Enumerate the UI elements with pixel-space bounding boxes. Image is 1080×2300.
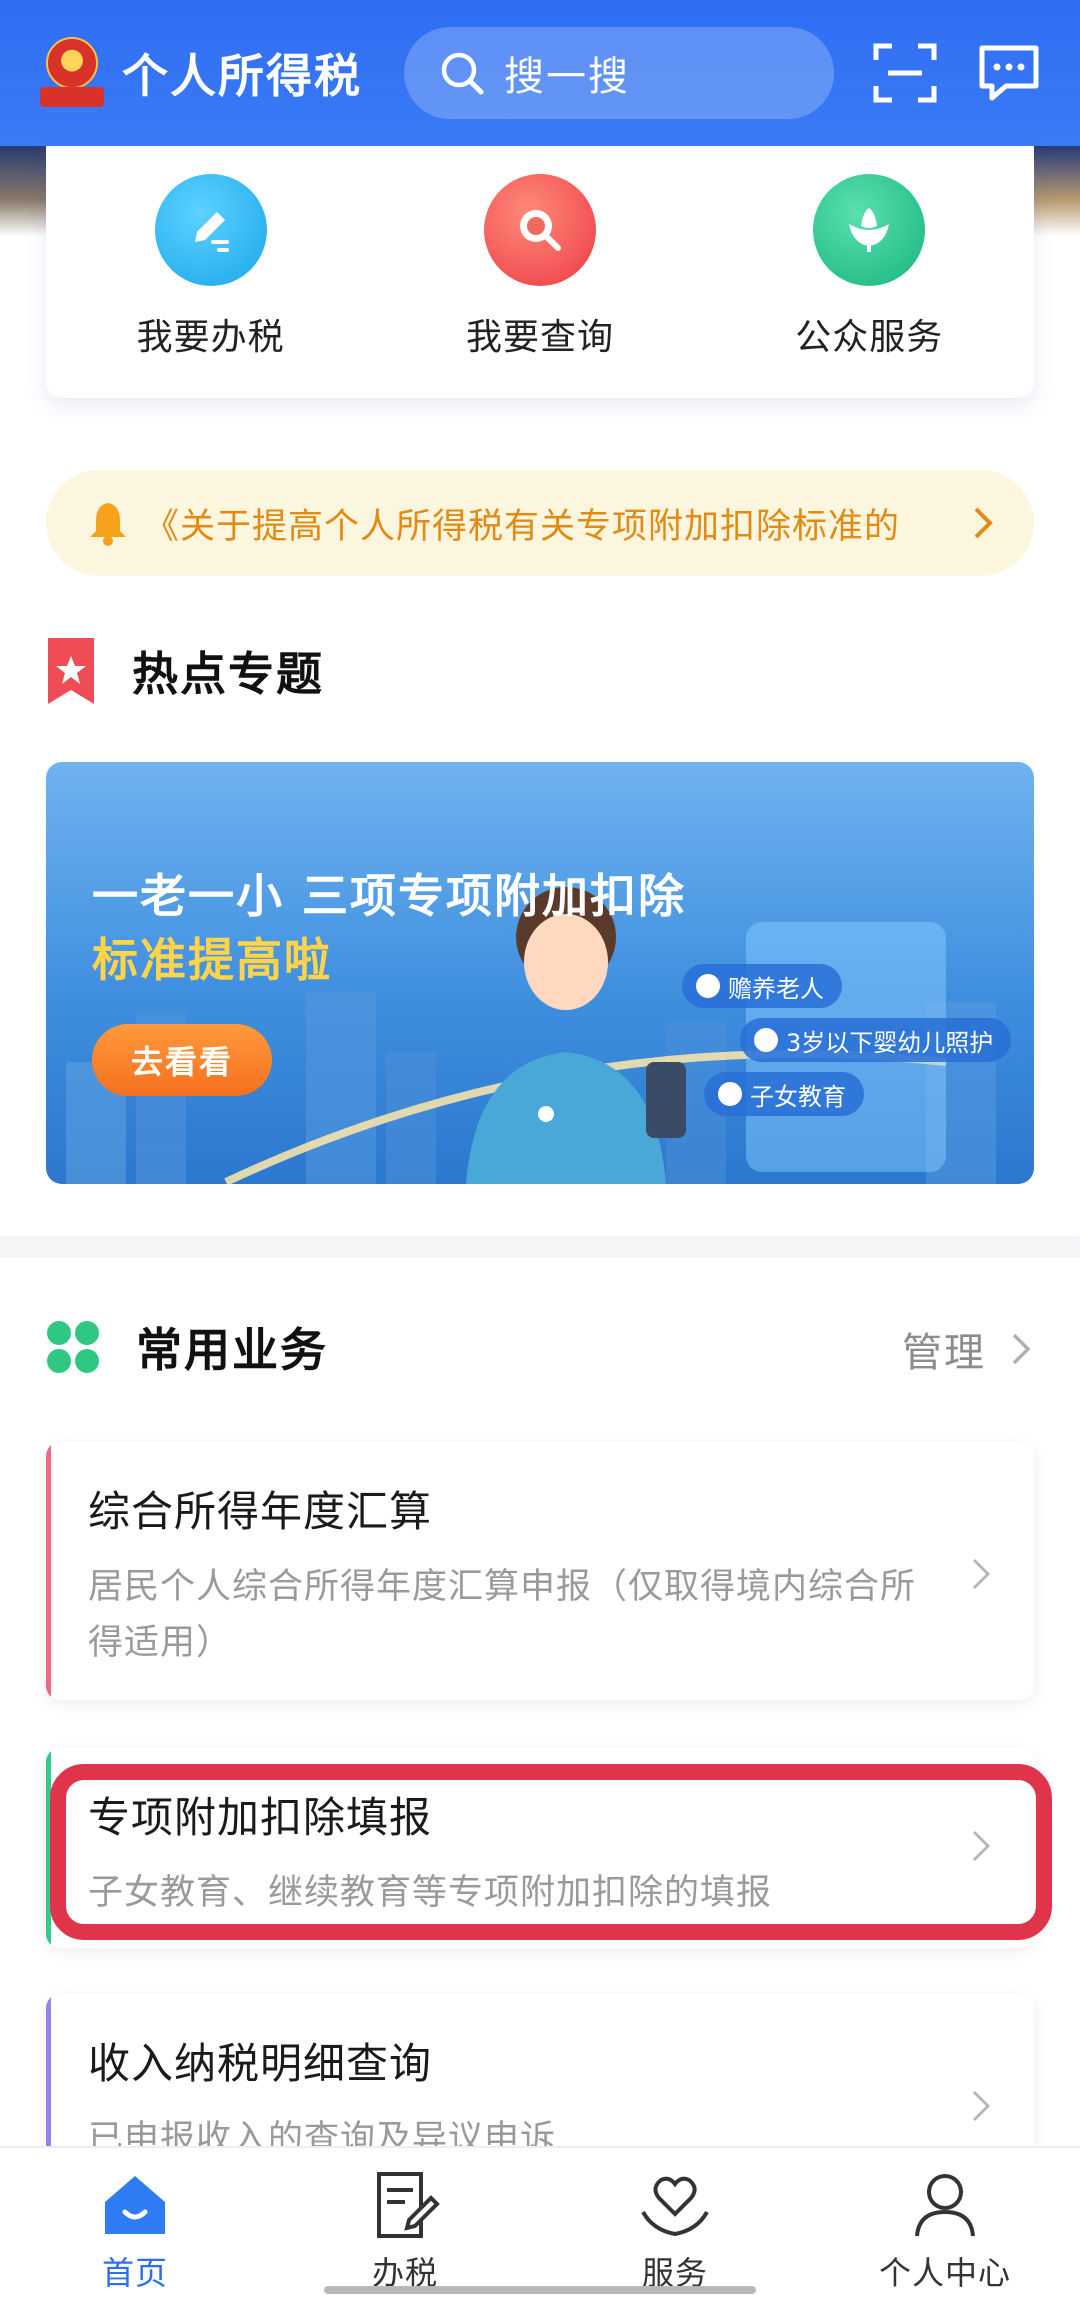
banner-cta-button[interactable]: 去看看 [92,1024,272,1096]
baby-icon [754,1028,778,1052]
manage-button[interactable]: 管理 [902,1320,1034,1378]
chevron-right-icon [972,1558,991,1590]
highlight-annotation-frame [50,1764,1052,1940]
hot-topic-banner[interactable]: 一老一小 三项专项附加扣除 标准提高啦 去看看 赡养老人 3岁以下婴幼儿照护 子… [46,762,1034,1184]
chat-bubble-icon [979,45,1039,101]
lotus-icon [813,174,926,286]
business-item-title: 综合所得年度汇算 [88,1487,433,1536]
pen-edit-icon [154,174,267,286]
banner-tag-label: 子女教育 [750,1082,846,1111]
graduation-cap-icon [718,1082,742,1106]
banner-tag: 3岁以下婴幼儿照护 [740,1018,1012,1062]
search-icon [483,174,596,286]
person-icon [915,2174,975,2237]
notice-bar[interactable]: 《关于提高个人所得税有关专项附加扣除标准的 [46,470,1034,576]
quick-action-query[interactable]: 我要查询 [410,174,670,398]
bell-icon [90,503,126,546]
quick-action-label: 公众服务 [795,317,944,358]
tab-label: 首页 [101,2254,168,2292]
quick-action-tax-handling[interactable]: 我要办税 [81,174,341,398]
card-accent-bar [46,1442,51,1700]
heart-hands-icon [641,2176,709,2237]
tab-tax[interactable]: 办税 [270,2148,540,2300]
common-business-title: 常用业务 [136,1323,328,1377]
grid-clover-icon [47,1321,99,1373]
bookmark-star-icon [48,638,94,704]
national-emblem-logo [40,35,104,111]
manage-label: 管理 [902,1330,986,1376]
banner-tag: 赡养老人 [682,964,842,1008]
banner-tag-label: 赡养老人 [728,974,824,1003]
top-app-bar: 个人所得税 搜一搜 [0,0,1080,146]
tab-home[interactable]: 首页 [0,2148,270,2300]
app-title: 个人所得税 [122,49,362,103]
bottom-tab-bar: 首页 办税 服务 个人中心 [0,2146,1080,2300]
business-item-annual-settlement[interactable]: 综合所得年度汇算 居民个人综合所得年度汇算申报（仅取得境内综合所得适用） [46,1442,1034,1700]
banner-tag: 子女教育 [704,1072,864,1116]
common-business-header: 常用业务 [46,1314,328,1380]
business-item-desc: 居民个人综合所得年度汇算申报（仅取得境内综合所得适用） [88,1567,917,1663]
document-edit-icon [377,2172,440,2238]
message-button[interactable] [976,40,1042,106]
banner-subheadline: 标准提高啦 [92,933,332,987]
quick-action-label: 我要查询 [465,317,614,358]
scan-button[interactable] [872,40,938,106]
chevron-right-icon [1012,1333,1031,1365]
quick-action-label: 我要办税 [136,317,285,358]
quick-action-public-service[interactable]: 公众服务 [739,174,999,398]
search-input[interactable]: 搜一搜 [404,27,834,119]
hot-topics-title: 热点专题 [132,647,324,701]
home-indicator [324,2286,756,2294]
search-icon [441,52,484,95]
hot-topics-header: 热点专题 [46,636,324,706]
scan-icon [873,43,937,103]
home-icon [105,2176,165,2234]
tab-personal-center[interactable]: 个人中心 [810,2148,1080,2300]
quick-actions-card: 我要办税 我要查询 公众服务 [46,146,1034,398]
person-icon [696,974,720,998]
banner-headline: 一老一小 三项专项附加扣除 [92,869,687,923]
business-item-title: 收入纳税明细查询 [88,2039,433,2088]
section-divider [0,1236,1080,1258]
search-placeholder: 搜一搜 [504,54,630,100]
tab-label: 个人中心 [878,2254,1011,2292]
notice-text: 《关于提高个人所得税有关专项附加扣除标准的 [144,506,901,547]
chevron-right-icon [974,507,993,539]
tab-service[interactable]: 服务 [540,2148,810,2300]
banner-tag-label: 3岁以下婴幼儿照护 [786,1028,994,1057]
chevron-right-icon [972,2090,991,2122]
